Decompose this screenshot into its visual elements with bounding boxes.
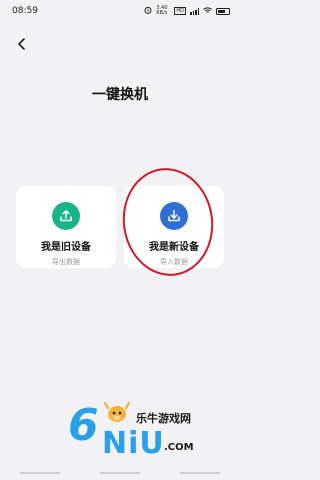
network-speed: 3.40 KB/s (156, 5, 168, 16)
bottom-nav-hint (0, 472, 240, 474)
signal-icon (190, 7, 199, 15)
alarm-icon (144, 6, 152, 16)
watermark-domain: .COM (164, 442, 194, 453)
watermark-six: 6 (68, 400, 99, 451)
old-device-title: 我是旧设备 (41, 242, 91, 253)
status-time: 08:59 (12, 6, 38, 16)
nav-line-middle (100, 472, 140, 474)
back-button[interactable] (12, 34, 32, 54)
cow-mascot-icon (104, 402, 130, 422)
old-device-subtitle: 导出数据 (52, 258, 80, 266)
upload-tray-icon (52, 202, 80, 230)
battery-icon (216, 7, 230, 15)
watermark-letters: NiU (102, 426, 165, 461)
status-bar: 08:59 3.40 KB/s HD (0, 0, 240, 22)
chevron-left-icon (18, 38, 25, 50)
old-device-card[interactable]: 我是旧设备 导出数据 (16, 186, 116, 268)
status-indicators: 3.40 KB/s HD (144, 6, 230, 16)
nav-line-right (180, 472, 220, 474)
nav-line-left (20, 472, 60, 474)
wifi-icon (203, 6, 212, 16)
hd-icon: HD (174, 7, 186, 15)
watermark-logo: 6 NiU 乐牛游戏网 .COM (68, 398, 228, 468)
watermark-brand: 乐牛游戏网 (136, 412, 191, 425)
page-title: 一键换机 (92, 87, 148, 103)
